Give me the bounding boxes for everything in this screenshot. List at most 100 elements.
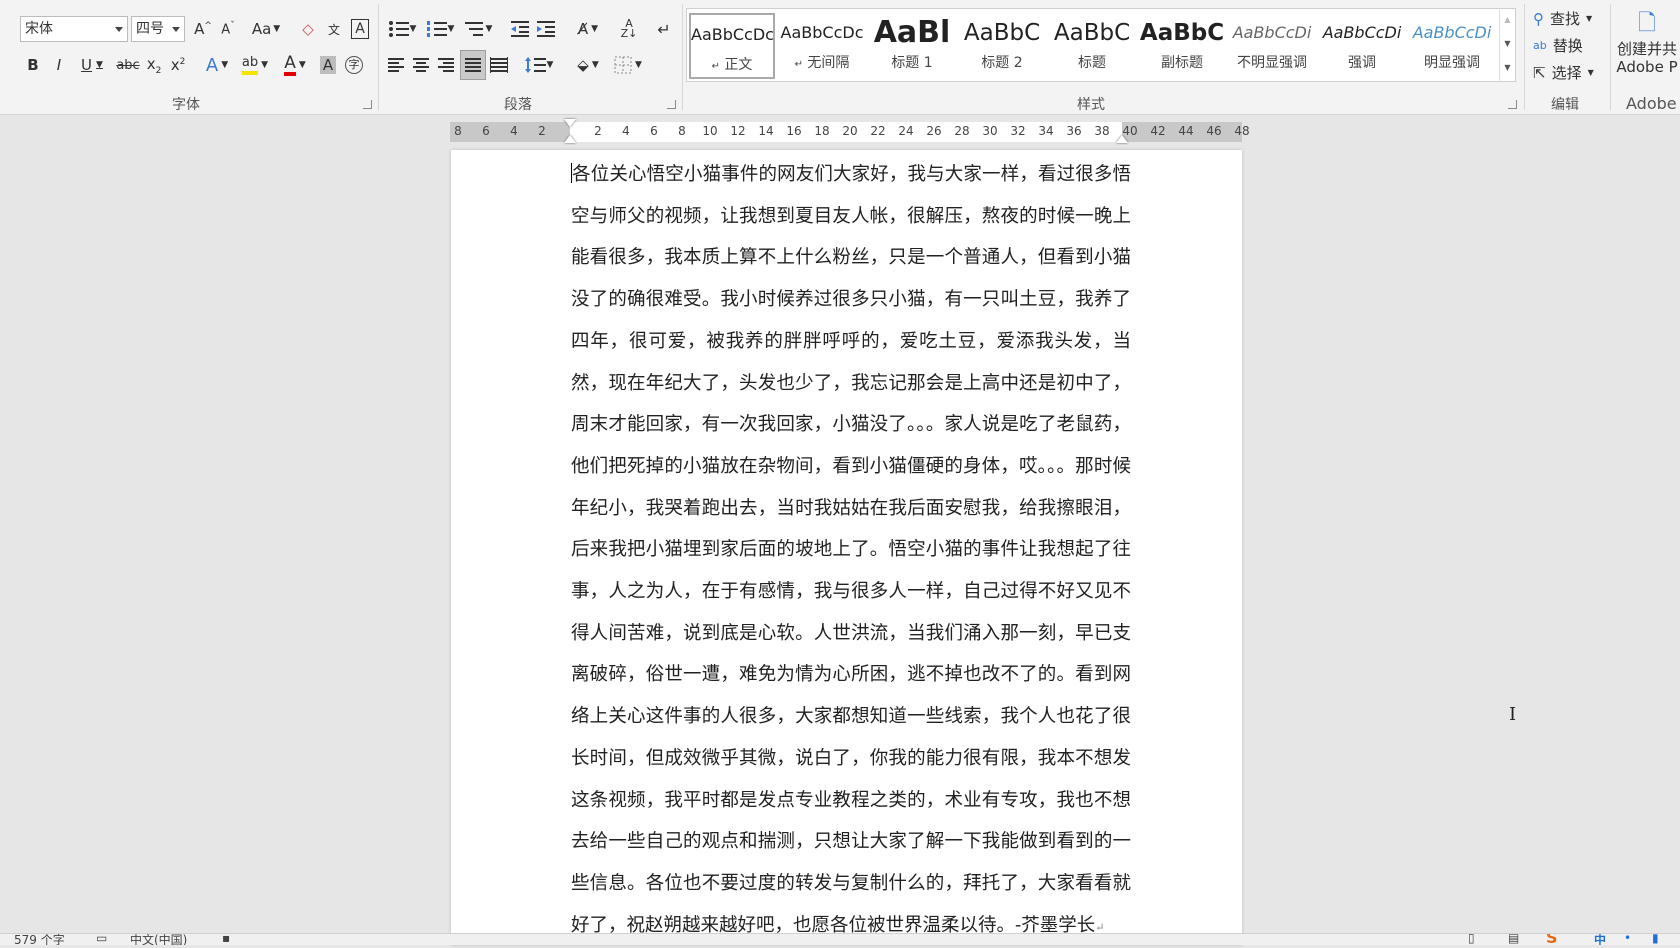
italic-button[interactable]: I	[48, 52, 70, 78]
character-border-button[interactable]: A	[348, 16, 372, 42]
select-label: 选择	[1551, 64, 1582, 82]
styles-dialog-launcher[interactable]	[1508, 100, 1517, 109]
print-layout-icon[interactable]: ▤	[1508, 934, 1519, 945]
multilevel-list-button[interactable]: ▼	[461, 16, 495, 42]
read-mode-icon[interactable]: ▯	[1468, 934, 1475, 945]
chevron-down-icon[interactable]	[115, 27, 123, 32]
macro-icon[interactable]: ▪	[222, 934, 230, 945]
style-sample: AaBbCcDi	[1322, 23, 1402, 42]
grow-font-button[interactable]: A^	[192, 16, 214, 42]
chevron-down-icon: ▼	[591, 60, 599, 70]
change-case-label: Aa	[251, 20, 272, 38]
strikethrough-button[interactable]: abc	[113, 52, 143, 78]
strikethrough-label: abc	[116, 57, 140, 73]
align-right-button[interactable]	[435, 52, 457, 78]
underline-button[interactable]: U ▼	[74, 52, 110, 78]
word-count[interactable]: 579 个字	[14, 934, 65, 945]
align-center-button[interactable]	[410, 52, 432, 78]
replace-icon: ab	[1533, 39, 1547, 52]
line-spacing-button[interactable]: ▼	[522, 52, 556, 78]
clear-formatting-button[interactable]: ◇	[296, 16, 320, 42]
phonetic-guide-button[interactable]: 文	[322, 16, 346, 42]
scroll-up-icon[interactable]: ▲	[1500, 8, 1515, 32]
align-left-button[interactable]	[385, 52, 407, 78]
enclose-characters-button[interactable]: 字	[343, 52, 365, 78]
font-size-combo[interactable]: 四号	[131, 16, 185, 42]
replace-label: 替换	[1552, 37, 1583, 55]
ribbon: 宋体 四号 A^ Aˇ Aa ▼ ◇ 文 A B I U ▼ abc x2 x2	[0, 0, 1680, 115]
text-effects-icon: A	[205, 54, 219, 76]
sort-button[interactable]: A Z↓	[617, 16, 641, 42]
font-dialog-launcher[interactable]	[363, 100, 372, 109]
paragraph-dialog-launcher[interactable]	[667, 100, 676, 109]
right-indent-marker[interactable]	[1116, 135, 1128, 143]
language-indicator[interactable]: 中文(中国)	[130, 934, 187, 945]
body-text: 各位关心悟空小猫事件的网友们大家好，我与大家一样，看过很多悟空与师父的视频，让我…	[571, 164, 1131, 936]
pdf-document-icon: 🗋	[1638, 11, 1656, 36]
style-heading-2[interactable]: AaBbC 标题 2	[959, 13, 1045, 79]
style-sample: AaBbC	[1139, 20, 1225, 46]
bullets-button[interactable]: ▼	[385, 16, 419, 42]
create-pdf-button[interactable]: 🗋 创建并共 Adobe P	[1614, 10, 1680, 76]
change-case-button[interactable]: Aa ▼	[248, 16, 284, 42]
style-heading-1[interactable]: AaBl 标题 1	[869, 13, 955, 79]
punctuation-icon[interactable]: •	[1624, 934, 1631, 945]
text-effects-button[interactable]: A ▼	[201, 52, 233, 78]
borders-button[interactable]: ▼	[610, 52, 646, 78]
distributed-button[interactable]	[488, 52, 510, 78]
style-name: 不明显强调	[1237, 55, 1307, 71]
superscript-button[interactable]: x2	[167, 52, 189, 78]
style-sample: AaBbC	[1053, 20, 1131, 46]
hanging-indent-marker[interactable]	[564, 135, 576, 143]
style-sample: AaBbCcDi	[1412, 23, 1492, 42]
separator	[1524, 4, 1525, 110]
style-intense-emphasis[interactable]: AaBbCcDi 明显强调	[1409, 13, 1495, 79]
find-button[interactable]: ⚲ 查找 ▼	[1533, 8, 1592, 29]
show-marks-button[interactable]: ↵	[652, 16, 676, 42]
horizontal-ruler[interactable]: 8 6 4 2 2 4 6 8 10 12 14 16 18 20 22 24 26 28 30 32 34 36 38 40…	[450, 119, 1250, 143]
style-sample: AaBbCcDi	[1232, 23, 1312, 42]
style-normal[interactable]: AaBbCcDc ↵ 正文	[689, 13, 775, 79]
shading-button[interactable]: ⬙ ▼	[570, 52, 606, 78]
ruler-number: 28	[954, 124, 970, 138]
font-name-combo[interactable]: 宋体	[20, 16, 128, 42]
first-line-indent-marker[interactable]	[564, 119, 576, 127]
ruler-number: 8	[454, 124, 462, 138]
decrease-indent-icon	[511, 21, 529, 37]
shrink-font-button[interactable]: Aˇ	[217, 16, 239, 42]
sogou-ime-icon[interactable]: S	[1546, 934, 1558, 945]
subscript-icon: x2	[146, 54, 162, 76]
style-emphasis[interactable]: AaBbCcDi 强调	[1319, 13, 1405, 79]
ime-mode-label[interactable]: 中	[1594, 934, 1606, 945]
font-group-label: 字体	[172, 97, 200, 113]
chinese-layout-button[interactable]: A̸ ▼	[571, 16, 605, 42]
proofing-icon[interactable]: ▭	[96, 934, 107, 945]
more-styles-icon[interactable]: ▼	[1500, 56, 1515, 80]
replace-button[interactable]: ab 替换	[1533, 35, 1583, 56]
select-button[interactable]: ⇱ 选择 ▼	[1533, 62, 1594, 83]
style-subtle-emphasis[interactable]: AaBbCcDi 不明显强调	[1229, 13, 1315, 79]
font-color-icon: A	[284, 54, 296, 76]
character-shading-button[interactable]: A	[317, 52, 339, 78]
style-subtitle[interactable]: AaBbC 副标题	[1139, 13, 1225, 79]
highlight-button[interactable]: ab ▼	[237, 52, 273, 78]
ruler-number: 48	[1234, 124, 1250, 138]
subscript-button[interactable]: x2	[143, 52, 165, 78]
document-page[interactable]: 各位关心悟空小猫事件的网友们大家好，我与大家一样，看过很多悟空与师父的视频，让我…	[451, 150, 1242, 945]
increase-indent-button[interactable]	[534, 16, 558, 42]
microphone-icon[interactable]: ▮	[1652, 934, 1659, 945]
chevron-down-icon[interactable]	[172, 27, 180, 32]
numbering-button[interactable]: ▼	[423, 16, 457, 42]
style-no-spacing[interactable]: AaBbCcDc ↵ 无间隔	[779, 13, 865, 79]
numbering-icon	[426, 21, 447, 37]
bold-button[interactable]: B	[22, 52, 44, 78]
phonetic-guide-icon: 文	[327, 22, 340, 37]
scroll-down-icon[interactable]: ▼	[1500, 32, 1515, 56]
document-body[interactable]: 各位关心悟空小猫事件的网友们大家好，我与大家一样，看过很多悟空与师父的视频，让我…	[571, 154, 1131, 948]
font-color-button[interactable]: A ▼	[277, 52, 313, 78]
style-title[interactable]: AaBbC 标题	[1049, 13, 1135, 79]
ruler-number: 2	[538, 124, 546, 138]
decrease-indent-button[interactable]	[508, 16, 532, 42]
style-name: 标题	[1078, 55, 1106, 71]
justify-button[interactable]	[460, 50, 486, 80]
